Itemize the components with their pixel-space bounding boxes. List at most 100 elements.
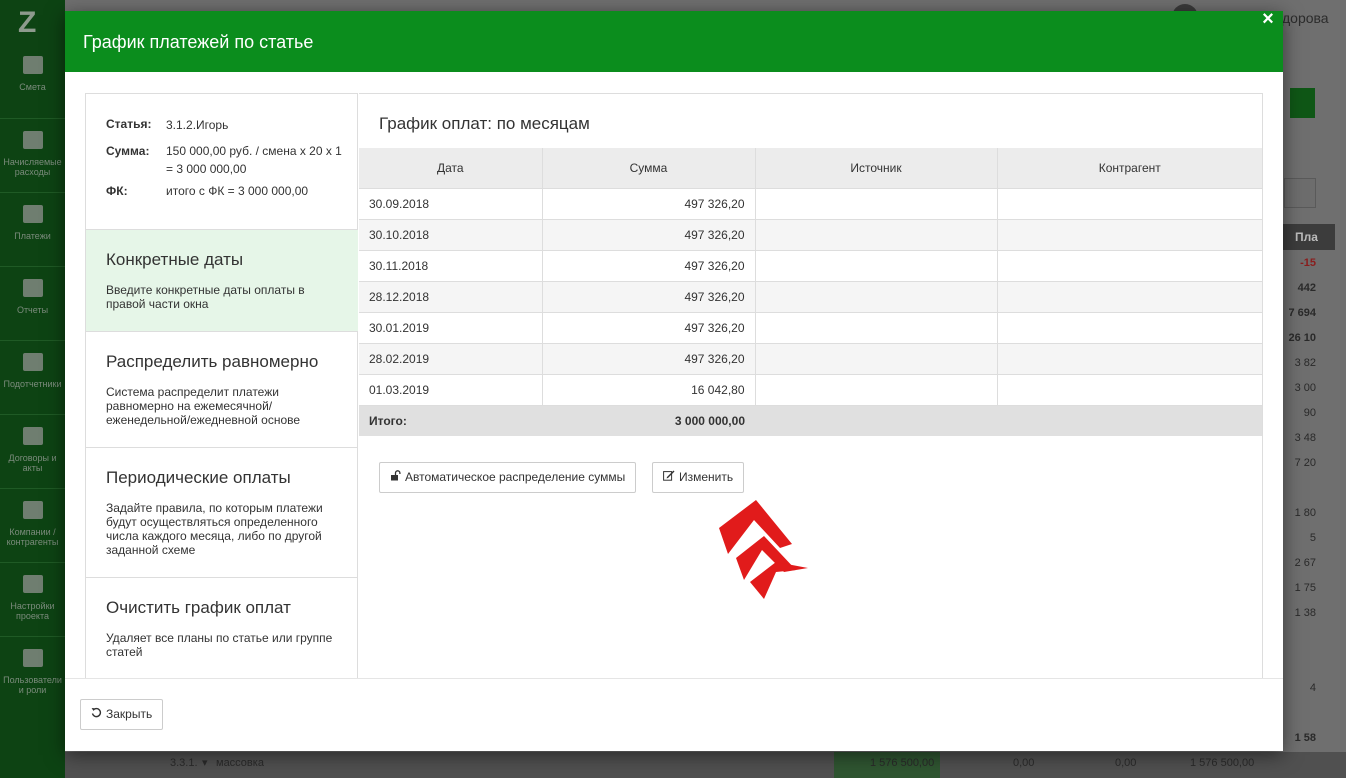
briefcase-icon xyxy=(22,353,43,371)
sum-cell[interactable]: 497 326,20 xyxy=(542,280,756,312)
nav-item-contracts[interactable]: Договоры и акты xyxy=(0,414,65,473)
counterparty-cell[interactable] xyxy=(997,373,1262,405)
counterparty-cell[interactable] xyxy=(997,280,1262,312)
options-panel: Статья: 3.1.2.Игорь Сумма: 150 000,00 ру… xyxy=(85,93,358,679)
user-name[interactable]: дорова xyxy=(1282,10,1329,26)
fk-label: ФК: xyxy=(106,184,128,198)
option-periodic-payments[interactable]: Периодические оплаты Задайте правила, по… xyxy=(86,447,358,577)
option-description: Система распределит платежи равномерно н… xyxy=(106,385,301,427)
date-cell[interactable]: 30.11.2018 xyxy=(359,249,543,281)
nav-label: Подотчетники xyxy=(3,379,62,389)
background-sidebar: Z Смета Начисляемые расходы Платежи Отче… xyxy=(0,0,65,778)
background-select[interactable] xyxy=(1284,178,1316,208)
book-icon xyxy=(22,56,43,74)
source-cell[interactable] xyxy=(755,187,998,219)
auto-distribute-button[interactable]: Автоматическое распределение суммы xyxy=(379,462,637,493)
source-cell[interactable] xyxy=(755,249,998,281)
total-value: 3 000 000,00 xyxy=(542,404,755,436)
table-row: 30.09.2018 497 326,20 xyxy=(359,187,1262,219)
sum-cell[interactable]: 497 326,20 xyxy=(542,218,756,250)
option-title: Периодические оплаты xyxy=(106,468,291,487)
table-row: 30.11.2018 497 326,20 xyxy=(359,249,1262,281)
nav-item-settings[interactable]: Настройки проекта xyxy=(0,562,65,621)
source-cell[interactable] xyxy=(755,280,998,312)
background-row-name: массовка xyxy=(216,757,264,769)
date-cell[interactable]: 01.03.2019 xyxy=(359,373,543,405)
source-cell[interactable] xyxy=(755,218,998,250)
counterparty-cell[interactable] xyxy=(997,311,1262,343)
option-distribute-evenly[interactable]: Распределить равномерно Система распреде… xyxy=(86,331,358,447)
close-icon[interactable]: × xyxy=(1253,4,1283,34)
background-value: 3 82 xyxy=(1294,357,1316,369)
date-cell[interactable]: 30.01.2019 xyxy=(359,311,543,343)
option-description: Задайте правила, по которым платежи буду… xyxy=(106,501,323,557)
nav-item-companies[interactable]: Компании / контрагенты xyxy=(0,488,65,547)
card-icon xyxy=(22,205,43,223)
option-title: Конкретные даты xyxy=(106,250,244,269)
nav-item-payments[interactable]: Платежи xyxy=(0,192,65,241)
edit-label: Изменить xyxy=(679,470,734,484)
background-green-button[interactable] xyxy=(1290,88,1315,118)
counterparty-cell[interactable] xyxy=(997,249,1262,281)
date-cell[interactable]: 28.02.2019 xyxy=(359,342,543,374)
undo-icon xyxy=(91,701,102,730)
sum-cell[interactable]: 497 326,20 xyxy=(542,187,756,219)
unlock-icon xyxy=(390,464,401,493)
caret-down-icon[interactable]: ▾ xyxy=(202,752,208,778)
background-value: 1 75 xyxy=(1294,582,1316,594)
nav-item-accountables[interactable]: Подотчетники xyxy=(0,340,65,389)
modal-header: График платежей по статье × xyxy=(65,8,1283,72)
sum-cell[interactable]: 497 326,20 xyxy=(542,249,756,281)
option-specific-dates[interactable]: Конкретные даты Введите конкретные даты … xyxy=(86,229,358,331)
table-row: 28.02.2019 497 326,20 xyxy=(359,342,1262,374)
nav-item-accrued[interactable]: Начисляемые расходы xyxy=(0,118,65,177)
counterparty-cell[interactable] xyxy=(997,187,1262,219)
sum-cell[interactable]: 497 326,20 xyxy=(542,342,756,374)
nav-label: Компании / контрагенты xyxy=(6,527,59,547)
sum-value: 150 000,00 руб. / смена x 20 x 1 = 3 000… xyxy=(166,144,342,176)
counterparty-cell[interactable] xyxy=(997,218,1262,250)
nav-label: Настройки проекта xyxy=(10,601,55,621)
total-empty-cell xyxy=(997,404,1262,436)
nav-item-reports[interactable]: Отчеты xyxy=(0,266,65,315)
nav-item-estimate[interactable]: Смета xyxy=(0,56,65,92)
source-cell[interactable] xyxy=(755,373,998,405)
calendar-icon xyxy=(22,131,43,149)
source-cell[interactable] xyxy=(755,342,998,374)
source-cell[interactable] xyxy=(755,311,998,343)
close-label: Закрыть xyxy=(106,707,153,721)
sum-cell[interactable]: 16 042,80 xyxy=(542,373,756,405)
date-cell[interactable]: 30.10.2018 xyxy=(359,218,543,250)
option-title: Распределить равномерно xyxy=(106,352,319,371)
users-icon xyxy=(22,649,43,667)
option-clear-schedule[interactable]: Очистить график оплат Удаляет все планы … xyxy=(86,577,358,680)
edit-icon xyxy=(663,464,675,493)
nav-label: Начисляемые расходы xyxy=(3,157,62,177)
nav-label: Отчеты xyxy=(16,305,49,315)
auto-distribute-label: Автоматическое распределение суммы xyxy=(405,470,626,484)
close-button[interactable]: Закрыть xyxy=(80,699,164,730)
background-value: 7 694 xyxy=(1288,307,1316,319)
background-row-code: 3.3.1. xyxy=(170,757,198,769)
background-row-value: 0,00 xyxy=(1013,757,1035,769)
date-cell[interactable]: 28.12.2018 xyxy=(359,280,543,312)
column-header-counterparty: Контрагент xyxy=(997,148,1262,188)
total-empty-cell xyxy=(755,404,997,436)
counterparty-cell[interactable] xyxy=(997,342,1262,374)
modal-body: Статья: 3.1.2.Игорь Сумма: 150 000,00 ру… xyxy=(85,93,1263,679)
background-value: -15 xyxy=(1300,257,1316,269)
sum-cell[interactable]: 497 326,20 xyxy=(542,311,756,343)
column-header-source: Источник xyxy=(755,148,998,188)
background-value: 26 10 xyxy=(1288,332,1316,344)
date-cell[interactable]: 30.09.2018 xyxy=(359,187,543,219)
bar-chart-icon xyxy=(22,279,43,297)
nav-label: Пользователи и роли xyxy=(3,675,62,695)
pointer-arrow-icon xyxy=(719,500,808,599)
edit-button[interactable]: Изменить xyxy=(652,462,745,493)
nav-label: Платежи xyxy=(14,231,51,241)
background-value: 7 20 xyxy=(1294,457,1316,469)
nav-item-users[interactable]: Пользователи и роли xyxy=(0,636,65,695)
table-row: 30.01.2019 497 326,20 xyxy=(359,311,1262,343)
article-label: Статья: xyxy=(106,117,152,131)
background-column-header: Пла xyxy=(1283,224,1335,250)
